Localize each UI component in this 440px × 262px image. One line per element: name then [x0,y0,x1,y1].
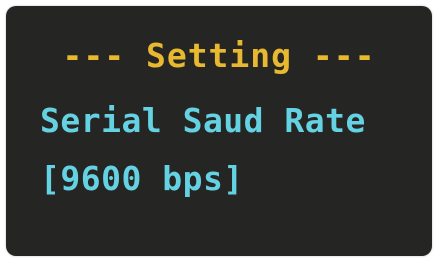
setting-value: [9600 bps] [40,159,244,198]
lcd-screen: --- Setting --- Serial Saud Rate [9600 b… [6,6,432,256]
setting-label: Serial Saud Rate [40,101,366,140]
menu-title: --- Setting --- [62,36,376,75]
